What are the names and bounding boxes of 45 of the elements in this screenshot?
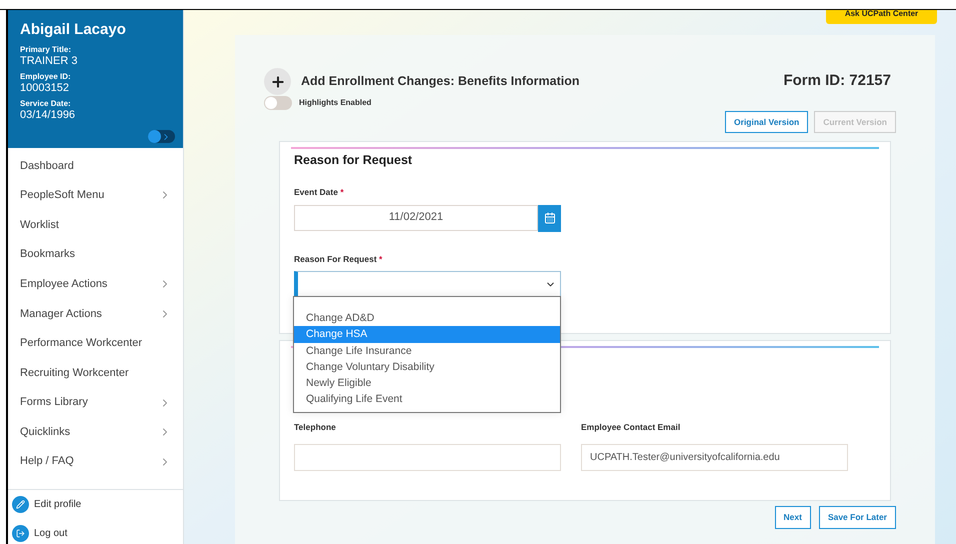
menu-item[interactable]: Forms Library (8, 388, 183, 418)
sidebar-link[interactable]: Log out (8, 525, 183, 542)
field-value: TRAINER 3 (20, 55, 78, 67)
field-value: 03/14/1996 (20, 109, 76, 121)
menu-item[interactable]: PeopleSoft Menu (8, 180, 183, 210)
menu-item[interactable]: Help / FAQ (8, 446, 183, 477)
field-label: Employee Contact Email (581, 421, 682, 434)
dropdown-option[interactable]: Change Voluntary Disability (294, 358, 560, 376)
menu-item[interactable]: Performance Workcenter (8, 328, 183, 358)
menu-item[interactable]: Recruiting Workcenter (8, 358, 183, 388)
highlights-switch[interactable] (264, 96, 292, 110)
form-id: Form ID: 72157 (783, 71, 891, 92)
dropdown-option[interactable]: Qualifying Life Event (294, 391, 560, 408)
calendar-icon[interactable] (538, 204, 561, 232)
plus-icon[interactable] (264, 68, 291, 95)
dropdown-option[interactable]: Change Life Insurance (294, 342, 560, 359)
pencil-icon (12, 496, 29, 513)
help-button[interactable]: Ask UCPath Center (826, 10, 937, 24)
section-title: Reason for Request (294, 152, 414, 169)
menu-item[interactable]: Dashboard (8, 151, 183, 181)
dropdown-option[interactable]: Newly Eligible (294, 375, 560, 392)
switch-label: Highlights Enabled (299, 97, 372, 109)
field-label: Primary Title: (20, 45, 72, 55)
date-field[interactable]: 11/02/2021 (294, 204, 538, 230)
telephone-field[interactable] (294, 444, 561, 471)
form-title: Add Enrollment Changes: Benefits Information (301, 73, 580, 90)
action-button[interactable]: Next (774, 506, 811, 529)
field-label: Employee ID: (20, 72, 72, 82)
field-label: Telephone (294, 421, 337, 434)
collapse-toggle[interactable] (148, 130, 175, 143)
field-label: Event Date * (294, 186, 345, 198)
menu-item[interactable]: Worklist (8, 210, 183, 240)
menu-item[interactable]: Bookmarks (8, 240, 183, 270)
dropdown-option[interactable]: Change AD&D (294, 310, 560, 326)
menu-item[interactable]: Quicklinks (8, 417, 183, 447)
field-label: Service Date: (20, 99, 72, 109)
action-button[interactable]: Save For Later (818, 506, 896, 529)
sidebar-link[interactable]: Edit profile (8, 496, 183, 513)
menu-item[interactable]: Manager Actions (8, 298, 183, 329)
version-button[interactable]: Original Version (725, 111, 808, 133)
field-value: 10003152 (20, 82, 70, 94)
user-name: Abigail Lacayo (20, 20, 127, 40)
menu-item[interactable]: Employee Actions (8, 269, 183, 299)
field-label: Reason For Request * (294, 252, 384, 266)
email-field[interactable]: UCPATH.Tester@universityofcalifornia.edu (581, 444, 848, 471)
